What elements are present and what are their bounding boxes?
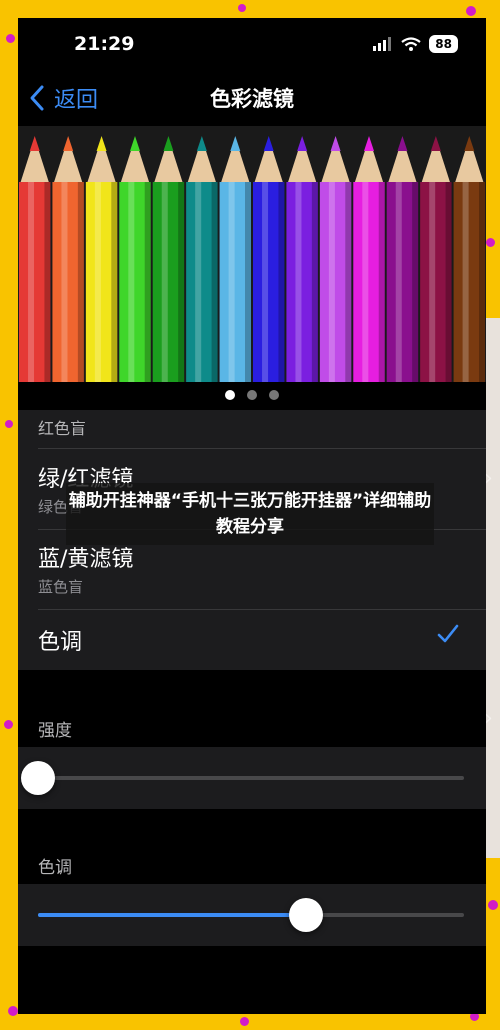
pencil [420,136,452,382]
confetti-dot [6,34,15,43]
wifi-icon [401,37,421,51]
page-dot[interactable] [269,390,279,400]
status-bar: 21:29 88 [18,18,486,74]
pencil [152,136,185,382]
option-subtitle: 蓝色盲 [38,578,84,596]
battery-icon: 88 [429,35,458,53]
pencil [119,136,151,382]
pencil [319,136,352,382]
signal-icon [373,37,392,51]
pencil [453,136,485,382]
option-title: 蓝/黄滤镜 [38,547,134,572]
overlay-banner: 辅助开挂神器“手机十三张万能开挂器”详细辅助教程分享 [66,483,434,545]
intensity-slider[interactable] [18,747,486,809]
pencil [19,136,51,382]
page-dot[interactable] [247,390,257,400]
preview-carousel[interactable] [18,126,486,382]
divider [38,448,486,449]
color-pencils-image [19,136,485,382]
status-time: 21:29 [74,33,135,55]
slider-track [38,776,464,780]
option-subtitle: 红色盲 [38,419,87,438]
navigation-bar: 返回 色彩滤镜 [18,74,486,124]
option-red-blind-tail[interactable]: 红色盲 [18,410,486,450]
pencil [85,136,118,382]
option-title: 色调 [38,630,83,655]
pencil [219,136,251,382]
hue-label: 色调 [38,858,72,878]
pencil [52,136,84,382]
confetti-dot [488,900,498,910]
hue-slider[interactable] [18,884,486,946]
page-indicator[interactable] [18,390,486,400]
slider-thumb[interactable] [289,898,324,932]
chevron-right-icon: › [484,466,493,491]
status-icons: 88 [373,35,458,53]
confetti-dot [4,720,13,729]
confetti-dot [238,4,246,12]
pencil [286,136,318,382]
confetti-dot [5,420,13,428]
confetti-dot [240,1017,249,1026]
pencil [186,136,218,382]
slider-track [38,913,464,917]
confetti-dot [486,238,495,247]
intensity-label: 强度 [38,721,72,741]
checkmark-icon [437,624,459,643]
side-image-fragment [486,318,500,858]
chevron-right-icon: › [484,706,493,731]
confetti-dot [8,1006,18,1016]
page-dot[interactable] [225,390,235,400]
page-title: 色彩滤镜 [210,87,294,111]
slider-fill [38,913,307,917]
pencil [253,136,285,382]
confetti-dot [466,6,476,16]
slider-thumb[interactable] [21,761,55,795]
pencil [386,136,419,382]
pencil [353,136,385,382]
option-color-tint[interactable]: 色调 [18,610,486,670]
